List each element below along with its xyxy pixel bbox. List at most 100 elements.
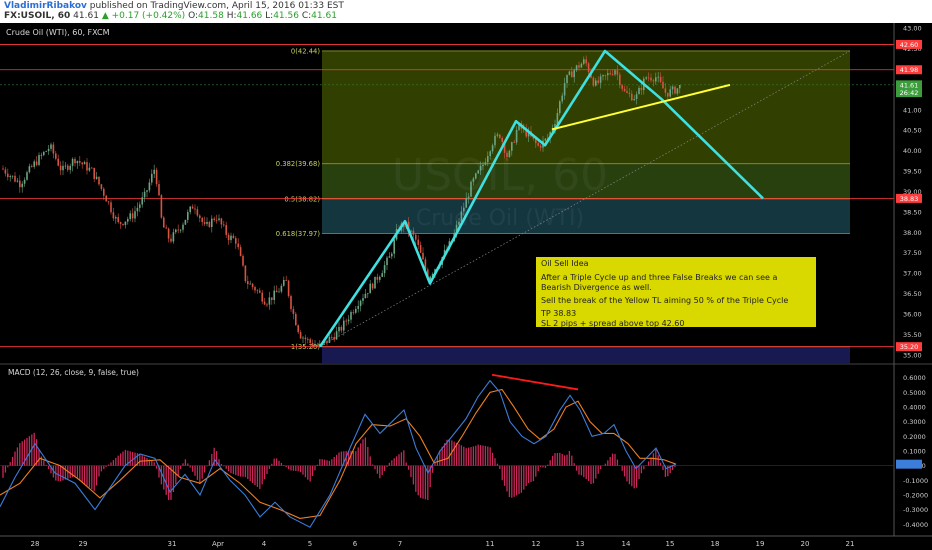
candle-body [513,142,515,143]
candle-body [160,195,163,218]
candle-body [107,201,110,203]
candle-body [573,70,575,78]
price-tick-label: 40.00 [903,147,922,155]
note-title: Oil Sell Idea [541,259,589,268]
candle-body [141,197,143,205]
note-line: Sell the break of the Yellow TL aiming 5… [541,296,789,305]
chart-root: VladimirRibakov published on TradingView… [0,0,932,550]
candle-body [364,293,367,299]
candle-body [81,162,83,165]
candle-body [379,276,381,280]
price-tick-label: 35.00 [903,351,922,359]
candle-body [494,135,496,146]
candle-body [251,283,254,288]
candle-body [645,77,647,79]
macd-tick-label: -0.3000 [903,506,928,514]
candle-body [55,153,57,159]
candle-body [357,305,359,309]
candle-body [50,144,52,149]
author-link[interactable]: VladimirRibakov [4,1,87,11]
candle-body [316,344,319,346]
candle-body [602,74,604,77]
candle-body [179,229,182,231]
macd-tick-label: 0.6000 [903,374,926,382]
low-value: 41.56 [273,11,299,21]
candle-body [333,337,335,340]
time-tick-label: Apr [212,540,224,548]
symbol-line: FX:USOIL, 60 41.61 ▲ +0.17 (+0.42%) O:41… [4,11,337,21]
candle-body [628,92,631,94]
time-tick-label: 5 [308,540,312,548]
price-level-badge-text: 35.20 [900,343,919,351]
candle-body [33,161,35,167]
candle-body [86,162,88,171]
candle-body [239,247,242,256]
candle-body [153,169,155,174]
candle-body [343,320,345,331]
candle-body [124,221,127,225]
candle-body [263,301,266,305]
candle-body [556,113,559,125]
candle-body [287,280,290,296]
candle-body [256,290,259,292]
candle-body [662,81,664,89]
candle-body [7,173,9,178]
candle-body [633,99,635,101]
candle-body [227,234,230,241]
candle-body [374,276,376,289]
candle-body [631,93,633,101]
candle-body [376,276,379,280]
time-tick-label: 13 [576,540,585,548]
candle-body [278,291,280,293]
macd-tick-label: 0.2000 [903,433,926,441]
candle-body [40,154,43,156]
macd-tick-label: 0.3000 [903,418,926,426]
candle-body [539,145,542,148]
candle-body [177,229,179,231]
candle-body [655,77,657,82]
candle-body [223,224,225,226]
candle-body [667,92,669,97]
candle-body [275,290,278,293]
price-tick-label: 37.00 [903,270,922,278]
candle-body [247,281,249,285]
note-line: SL 2 pips + spread above top 42.60 [541,319,685,328]
candle-body [43,151,45,155]
price-tick-label: 38.50 [903,208,922,216]
candle-body [71,158,74,166]
candle-body [335,331,338,340]
candle-body [302,337,304,339]
candle-body [604,74,607,76]
candle-body [136,207,139,212]
time-tick-label: 18 [711,540,720,548]
candle-body [271,297,273,300]
published-text: published on TradingView.com, April 15, … [89,1,344,11]
candle-body [218,218,220,221]
candle-body [208,221,211,228]
candle-body [340,326,343,331]
fib-level-label: 0(42.44) [291,47,320,55]
candle-body [659,76,662,82]
candle-body [393,239,395,254]
price-tick-label: 37.50 [903,249,922,257]
fib-level-label: 0.618(37.97) [276,230,321,238]
candle-body [235,238,237,244]
symbol-label[interactable]: FX:USOIL, 60 [4,11,70,21]
candle-body [311,342,314,346]
idea-note[interactable]: Oil Sell Idea After a Triple Cycle up an… [536,257,816,328]
candle-body [415,234,417,240]
candle-body [163,217,165,228]
note-line: TP 38.83 [541,309,577,318]
candle-body [367,293,369,295]
candle-body [381,273,383,277]
candle-body [76,161,79,164]
candle-body [501,137,503,142]
price-level-badge-text: 38.83 [900,195,919,203]
candle-body [607,73,609,76]
candle-body [21,183,23,188]
candle-body [148,182,151,191]
candle-body [575,65,578,71]
watermark-line1: USOIL, 60 [391,150,609,201]
candle-body [566,74,568,84]
candle-body [93,167,95,179]
